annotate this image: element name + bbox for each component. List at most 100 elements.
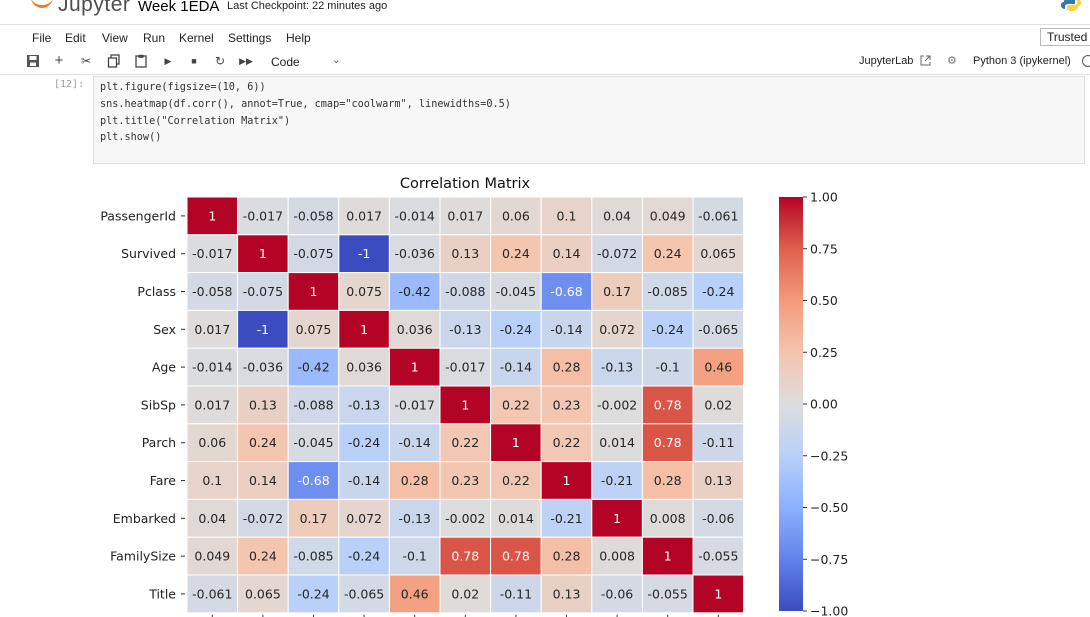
kernel-settings-icon[interactable]: ⚙ (947, 54, 957, 67)
colorbar-tick-label: 1.00 (810, 190, 838, 205)
cell-value-label: 0.075 (296, 322, 332, 337)
cell-value-label: 0.13 (553, 586, 581, 601)
cell-value-label: 0.78 (654, 397, 682, 412)
menu-settings[interactable]: Settings (228, 31, 271, 45)
cell-value-label: 0.13 (249, 397, 277, 412)
cell-value-label: 0.049 (194, 549, 230, 564)
cell-value-label: -0.075 (243, 284, 283, 299)
cell-prompt: [12]: (54, 79, 85, 90)
menu-kernel[interactable]: Kernel (179, 31, 214, 45)
paste-icon[interactable] (133, 54, 149, 68)
restart-icon[interactable]: ↻ (212, 54, 228, 68)
cell-value-label: 0.28 (401, 473, 429, 488)
cell-value-label: -0.036 (243, 360, 283, 375)
cell-value-label: 0.22 (553, 435, 581, 450)
row-label: SibSp (141, 397, 176, 412)
cell-value-label: 0.23 (553, 397, 581, 412)
menu-help[interactable]: Help (286, 31, 311, 45)
cell-value-label: -0.06 (601, 586, 633, 601)
cell-value-label: -0.14 (399, 435, 431, 450)
cell-value-label: 0.049 (650, 208, 686, 223)
cell-value-label: -0.088 (445, 284, 485, 299)
cell-value-label: 0.78 (502, 549, 530, 564)
cell-value-label: -0.24 (348, 549, 380, 564)
cell-value-label: 0.017 (194, 322, 230, 337)
cell-value-label: -0.017 (395, 397, 435, 412)
cell-value-label: 0.78 (654, 435, 682, 450)
cell-value-label: -0.24 (348, 435, 380, 450)
row-label: Survived (121, 246, 176, 261)
cell-value-label: 0.13 (704, 473, 732, 488)
cell-value-label: -0.21 (550, 511, 582, 526)
cell-value-label: -0.017 (192, 246, 232, 261)
cell-value-label: 0.1 (202, 473, 222, 488)
cell-value-label: 1 (512, 435, 520, 450)
cell-value-label: -0.42 (399, 284, 431, 299)
cell-value-label: -0.14 (550, 322, 582, 337)
cell-value-label: 0.008 (599, 549, 635, 564)
cell-value-label: -0.085 (648, 284, 688, 299)
run-all-icon[interactable]: ▶▶ (238, 54, 254, 68)
jupyter-brand[interactable]: Jupyter (58, 0, 130, 17)
row-label: Age (152, 360, 176, 375)
cell-value-label: -0.13 (348, 397, 380, 412)
cell-value-label: 0.02 (451, 586, 479, 601)
cell-value-label: 0.065 (700, 246, 736, 261)
cell-value-label: -0.13 (601, 360, 633, 375)
cell-value-label: -0.058 (293, 208, 333, 223)
save-icon[interactable] (25, 54, 41, 68)
open-jupyterlab-link[interactable]: JupyterLab (859, 55, 913, 67)
row-label: FamilySize (110, 549, 176, 564)
cell-value-label: 0.036 (397, 322, 433, 337)
cell-value-label: 0.28 (553, 549, 581, 564)
trusted-button[interactable]: Trusted (1040, 28, 1090, 46)
cell-value-label: 1 (259, 246, 267, 261)
cell-value-label: -0.055 (698, 549, 738, 564)
cell-value-label: 1 (461, 397, 469, 412)
external-link-icon[interactable] (920, 55, 931, 66)
cell-value-label: -0.21 (601, 473, 633, 488)
cell-value-label: -0.055 (648, 586, 688, 601)
notebook-title[interactable]: Week 1EDA (138, 0, 219, 15)
cell-value-label: -0.13 (399, 511, 431, 526)
cell-value-label: -0.1 (403, 549, 427, 564)
menu-view[interactable]: View (102, 31, 128, 45)
cell-value-label: 1 (310, 284, 318, 299)
stop-icon[interactable]: ■ (186, 54, 202, 68)
row-label: PassengerId (100, 208, 176, 223)
cell-value-label: -0.075 (293, 246, 333, 261)
python-logo-icon (1061, 0, 1081, 11)
cell-value-label: 0.28 (654, 473, 682, 488)
chart-title: Correlation Matrix (400, 176, 531, 192)
menu-run[interactable]: Run (143, 31, 165, 45)
colorbar-tick-label: 0.25 (810, 345, 838, 360)
cell-value-label: -0.017 (243, 208, 283, 223)
cell-value-label: 1 (563, 473, 571, 488)
code-editor[interactable]: plt.figure(figsize=(10, 6)) sns.heatmap(… (93, 76, 1085, 164)
cell-value-label: -0.072 (597, 246, 637, 261)
cell-value-label: 0.017 (447, 208, 483, 223)
cell-value-label: -0.014 (395, 208, 435, 223)
cell-value-label: 0.14 (249, 473, 277, 488)
kernel-name[interactable]: Python 3 (ipykernel) (973, 55, 1071, 67)
cell-value-label: 0.04 (603, 208, 631, 223)
cell-value-label: 0.17 (300, 511, 328, 526)
cell-value-label: -0.24 (500, 322, 532, 337)
cell-value-label: -0.24 (297, 586, 329, 601)
row-label: Sex (153, 322, 176, 337)
cell-value-label: 0.06 (502, 208, 530, 223)
cell-value-label: 0.22 (502, 397, 530, 412)
add-cell-icon[interactable]: + (51, 53, 67, 68)
cell-type-select[interactable]: Code (271, 55, 300, 69)
cut-icon[interactable]: ✂ (78, 54, 94, 68)
menu-file[interactable]: File (32, 31, 51, 45)
copy-icon[interactable] (106, 54, 122, 68)
row-label: Pclass (137, 284, 176, 299)
menu-edit[interactable]: Edit (65, 31, 86, 45)
chevron-down-icon[interactable]: ⌄ (332, 55, 340, 66)
kernel-status-icon (1082, 55, 1090, 67)
cell-value-label: 0.24 (654, 246, 682, 261)
cell-value-label: -0.065 (698, 322, 738, 337)
run-icon[interactable]: ▶ (160, 54, 176, 68)
correlation-heatmap: Correlation Matrix 1 -0.017 -0.058 0.017 -0.… (100, 176, 848, 617)
